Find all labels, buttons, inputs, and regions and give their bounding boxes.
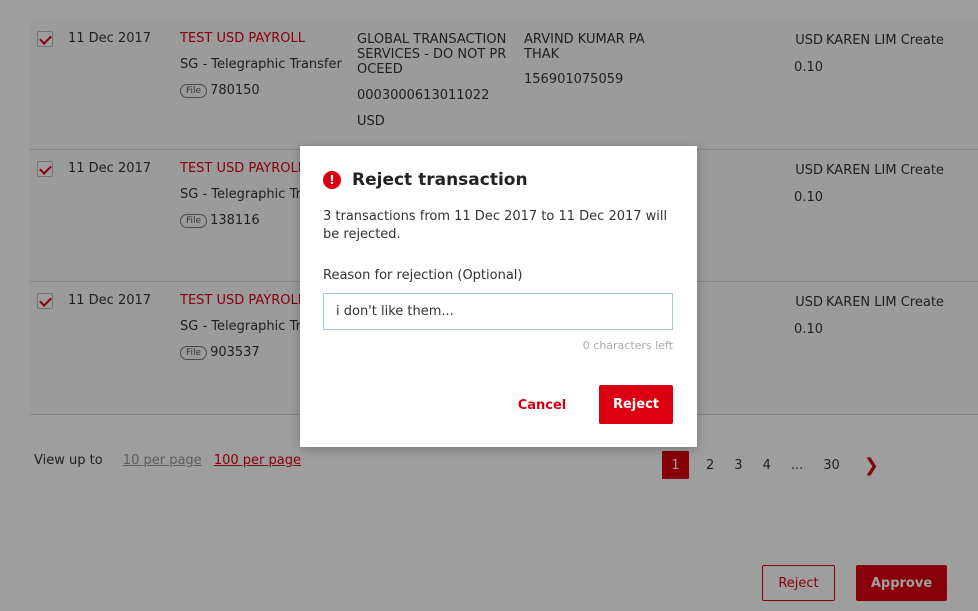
dialog-message: 3 transactions from 11 Dec 2017 to 11 De… [323, 209, 668, 242]
cancel-button[interactable]: Cancel [507, 386, 577, 424]
reject-transaction-dialog: ! Reject transaction 3 transactions from… [300, 146, 697, 447]
exclamation-icon: ! [323, 171, 341, 189]
reason-label: Reason for rejection (Optional) [323, 268, 523, 283]
reason-input[interactable] [323, 293, 673, 330]
dialog-header: ! Reject transaction [323, 170, 528, 190]
confirm-reject-button[interactable]: Reject [599, 385, 673, 424]
dialog-title: Reject transaction [352, 170, 528, 190]
characters-left-counter: 0 characters left [582, 339, 673, 352]
